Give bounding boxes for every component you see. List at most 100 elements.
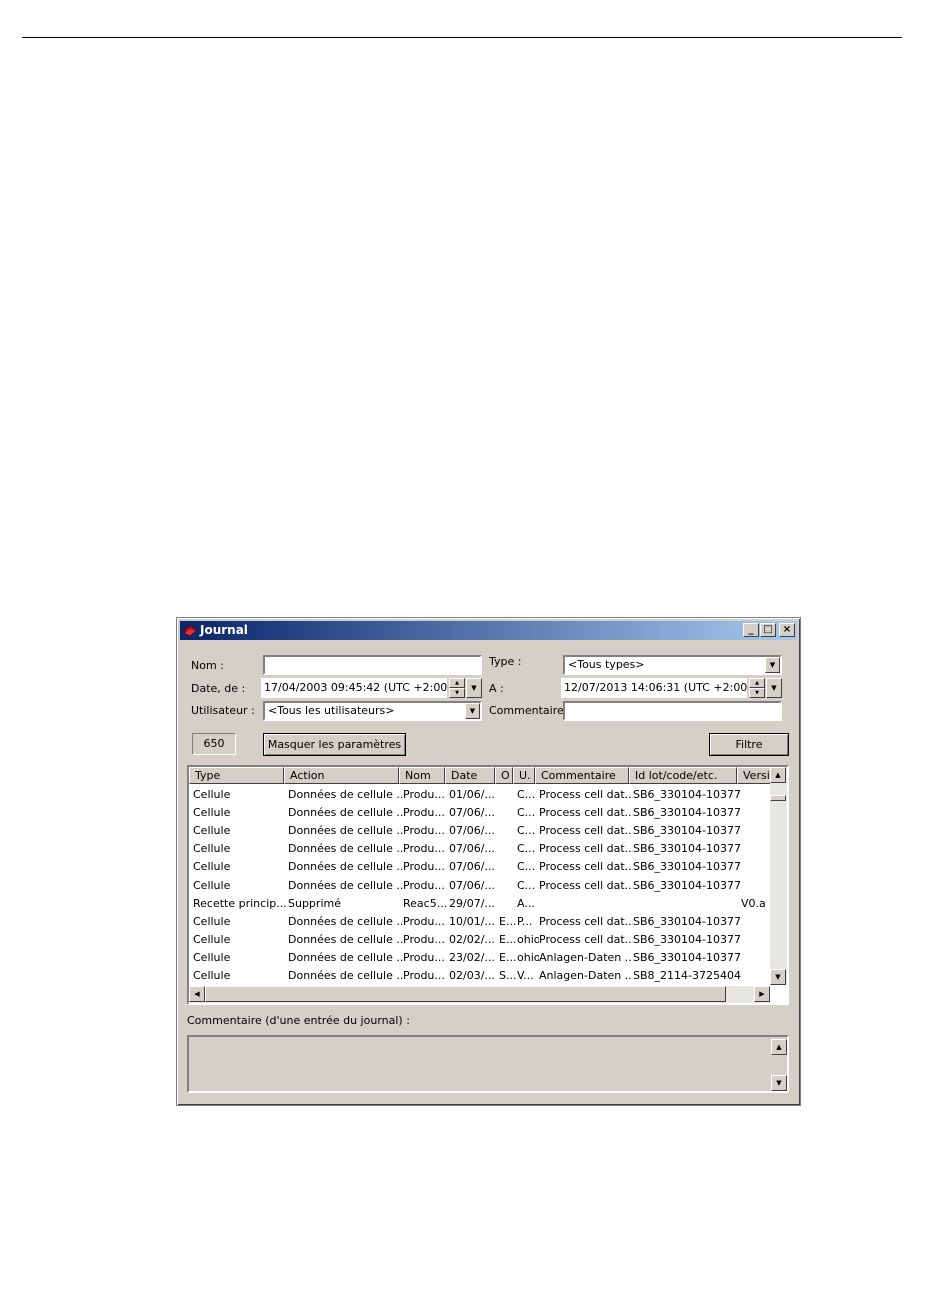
cell-type: Cellule [193,842,231,856]
maximize-button[interactable]: □ [760,623,776,637]
cell-id-lot: SB6_330104-103771 [633,860,741,874]
date-from-field[interactable]: 17/04/2003 09:45:42 (UTC +2:00) [261,678,447,698]
column-header-date[interactable]: Date [445,767,495,784]
user-label: Utilisateur : [191,704,255,717]
table-row[interactable]: Cellule Données de cellule ... Produ... 10/… [189,913,769,931]
cell-nom: Produ... [403,914,445,928]
scroll-up-icon[interactable]: ▲ [770,767,786,783]
cell-commentaire: Process cell dat... [539,788,633,801]
user-dropdown-arrow-icon[interactable]: ▼ [465,703,480,719]
date-to-calendar-dropdown-icon[interactable]: ▼ [766,678,782,698]
type-selected-value: <Tous types> [568,658,645,671]
memo-scroll-up-icon[interactable]: ▲ [771,1039,787,1055]
cell-date: 02/03/... [449,969,495,982]
nom-input[interactable] [268,657,480,673]
cell-type: Cellule [193,914,231,928]
scroll-left-icon[interactable]: ◀ [189,986,205,1002]
cell-id-lot: SB6_330104-103771 [633,824,741,838]
cell-type: Cellule [193,860,231,874]
cell-o: E... [499,950,517,964]
date-to-up-icon[interactable]: ▲ [749,678,765,688]
cell-u: ohio [517,932,539,946]
column-header-commentaire[interactable]: Commentaire [535,767,629,784]
column-header-action[interactable]: Action [284,767,399,784]
user-select[interactable]: <Tous les utilisateurs> ▼ [263,701,482,721]
cell-type: Cellule [193,932,231,946]
cell-o: S... [499,969,517,982]
memo-scroll-down-icon[interactable]: ▼ [771,1075,787,1091]
scroll-down-icon[interactable]: ▼ [770,969,786,985]
date-to-field[interactable]: 12/07/2013 14:06:31 (UTC +2:00) [561,678,747,698]
table-row[interactable]: Cellule Données de cellule ... Produ... 02/… [189,931,769,949]
cell-commentaire: Process cell dat... [539,842,633,856]
comment-filter-input[interactable] [568,703,780,719]
cell-id-lot: SB6_330104-103771 [633,806,741,820]
hide-parameters-button[interactable]: Masquer les paramètres [263,733,406,756]
cell-nom: Produ... [403,806,445,820]
close-button[interactable]: × [779,623,795,637]
cell-u: C... [517,842,536,856]
cell-o [499,895,517,913]
date-from-down-icon[interactable]: ▼ [449,688,465,698]
cell-id-lot: SB6_330104-103771 [633,950,741,964]
minimize-button[interactable]: _ [743,623,759,637]
cell-commentaire: Anlagen-Daten ... [539,950,633,964]
horizontal-scrollbar[interactable]: ◀ ▶ [189,986,770,1003]
title-bar[interactable]: Journal _ □ × [180,621,797,640]
column-header-type[interactable]: Type [189,767,284,784]
table-row[interactable]: Cellule Données de cellule ... Produ... 07/… [189,840,769,858]
cell-o: E... [499,932,517,946]
cell-action: Données de cellule ... [288,878,403,892]
column-header-nom[interactable]: Nom [399,767,445,784]
nom-field[interactable] [263,655,482,675]
cell-date: 02/02/... [449,932,495,946]
cell-o [499,786,517,804]
comment-filter-field[interactable] [563,701,782,721]
cell-type: Recette princip... [193,896,287,910]
date-to-value: 12/07/2013 14:06:31 (UTC +2:00) [564,681,747,694]
date-from-calendar-dropdown-icon[interactable]: ▼ [466,678,482,698]
table-row[interactable]: Cellule Données de cellule ... Produ... 07/… [189,877,769,895]
cell-date: 07/06/... [449,806,495,820]
cell-commentaire: Anlagen-Daten ... [539,969,633,982]
column-header-id-lot[interactable]: Id lot/code/etc. [629,767,737,784]
date-from-up-icon[interactable]: ▲ [449,678,465,688]
table-row[interactable]: Recette princip... Supprimé Reac5... 29/07/… [189,895,769,913]
cell-type: Cellule [193,788,231,801]
cell-id-lot [633,895,741,913]
cell-type: Cellule [193,806,231,820]
hscroll-thumb[interactable] [205,986,726,1002]
table-row[interactable]: Cellule Données de cellule ... Produ... 02/… [189,967,769,985]
table-row[interactable]: Cellule Données de cellule ... Produ... 07/… [189,804,769,822]
date-from-spinner[interactable]: ▲ ▼ [449,678,465,698]
date-to-down-icon[interactable]: ▼ [749,688,765,698]
cell-o [499,840,517,858]
cell-date: 29/07/... [449,896,495,910]
column-header-u[interactable]: U. [513,767,535,784]
table-row[interactable]: Cellule Données de cellule ... Produ... 07/… [189,858,769,876]
date-to-spinner[interactable]: ▲ ▼ [749,678,765,698]
cell-o [499,877,517,895]
scroll-thumb[interactable] [770,795,786,801]
cell-action: Données de cellule ... [288,950,403,964]
cell-date: 10/01/... [449,914,495,928]
entry-count: 650 [192,733,236,755]
journal-grid[interactable]: Type Action Nom Date O U. Commentaire Id lot/co… [187,765,789,1005]
table-row[interactable]: Cellule Données de cellule ... Produ... 07/… [189,822,769,840]
filter-button[interactable]: Filtre [709,733,789,756]
cell-date: 07/06/... [449,878,495,892]
cell-action: Données de cellule ... [288,860,403,874]
entry-comment-box[interactable]: ▲ ▼ [187,1035,789,1093]
cell-u: C... [517,878,536,892]
column-header-o[interactable]: O [495,767,513,784]
table-row[interactable]: Cellule Données de cellule ... Produ... 23/… [189,949,769,967]
date-to-label: A : [489,682,504,695]
table-row[interactable]: Cellule Données de cellule ... Produ... 01/… [189,786,769,804]
type-select[interactable]: <Tous types> ▼ [563,655,782,675]
cell-type: Cellule [193,950,231,964]
vertical-scrollbar[interactable]: ▲ ▼ [770,767,787,985]
scroll-right-icon[interactable]: ▶ [754,986,770,1002]
cell-commentaire [539,895,633,913]
type-dropdown-arrow-icon[interactable]: ▼ [765,657,780,673]
date-from-value: 17/04/2003 09:45:42 (UTC +2:00) [264,681,447,694]
